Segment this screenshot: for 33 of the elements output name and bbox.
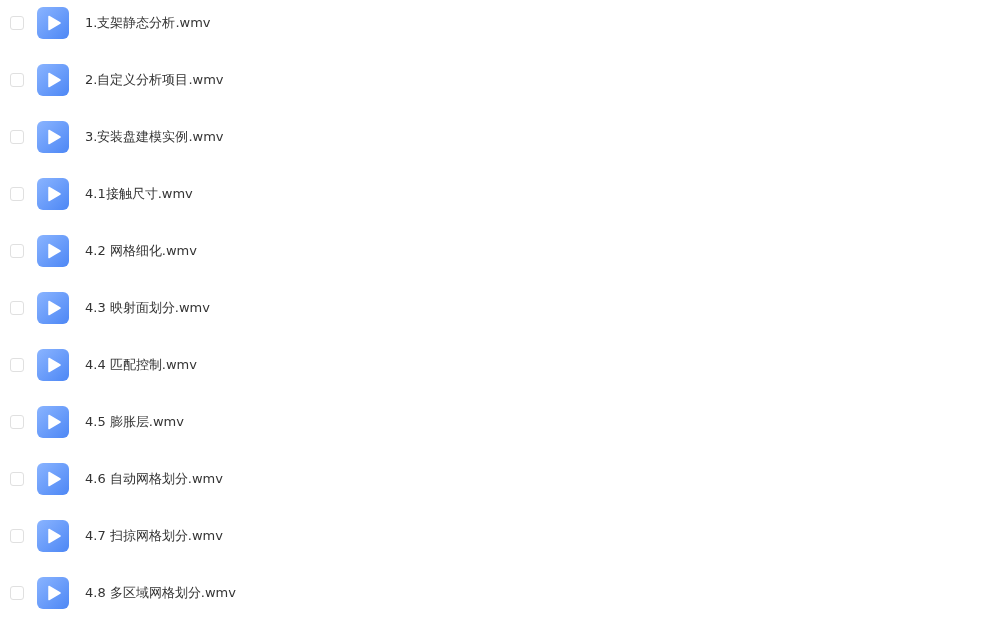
file-name[interactable]: 4.4 匹配控制.wmv [85, 356, 197, 374]
checkbox[interactable] [10, 301, 24, 315]
checkbox[interactable] [10, 415, 24, 429]
checkbox[interactable] [10, 73, 24, 87]
file-name[interactable]: 3.安装盘建模实例.wmv [85, 128, 224, 146]
file-name[interactable]: 4.1接触尺寸.wmv [85, 185, 193, 203]
video-file-icon [37, 463, 69, 495]
checkbox[interactable] [10, 16, 24, 30]
file-name[interactable]: 2.自定义分析项目.wmv [85, 71, 224, 89]
checkbox[interactable] [10, 586, 24, 600]
checkbox[interactable] [10, 130, 24, 144]
video-file-icon [37, 406, 69, 438]
video-file-icon [37, 235, 69, 267]
checkbox[interactable] [10, 529, 24, 543]
checkbox[interactable] [10, 358, 24, 372]
checkbox[interactable] [10, 472, 24, 486]
video-file-icon [37, 349, 69, 381]
file-name[interactable]: 4.2 网格细化.wmv [85, 242, 197, 260]
video-file-icon [37, 7, 69, 39]
file-name[interactable]: 4.5 膨胀层.wmv [85, 413, 184, 431]
checkbox[interactable] [10, 244, 24, 258]
video-file-icon [37, 520, 69, 552]
video-file-icon [37, 178, 69, 210]
video-file-icon [37, 64, 69, 96]
video-file-icon [37, 121, 69, 153]
checkbox[interactable] [10, 187, 24, 201]
video-file-icon [37, 577, 69, 609]
file-name[interactable]: 4.8 多区域网格划分.wmv [85, 584, 236, 602]
file-name[interactable]: 1.支架静态分析.wmv [85, 14, 211, 32]
file-name[interactable]: 4.6 自动网格划分.wmv [85, 470, 223, 488]
file-name[interactable]: 4.7 扫掠网格划分.wmv [85, 527, 223, 545]
video-file-icon [37, 292, 69, 324]
file-name[interactable]: 4.3 映射面划分.wmv [85, 299, 210, 317]
